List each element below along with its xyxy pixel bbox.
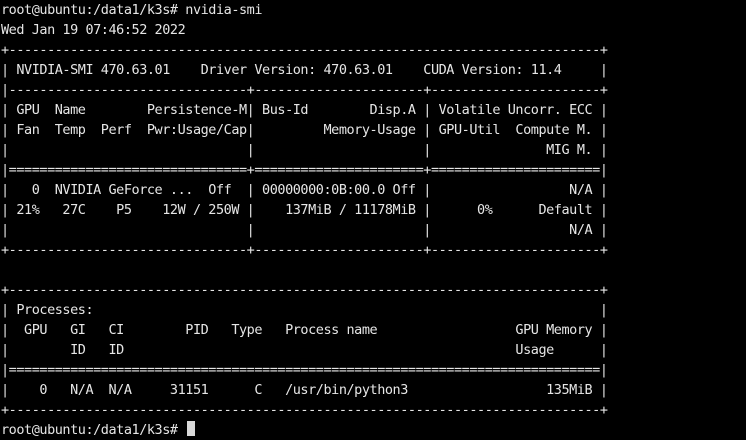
table-border-top: +---------------------------------------… bbox=[1, 42, 608, 58]
cursor-block bbox=[187, 421, 196, 436]
command-line: root@ubuntu:/data1/k3s# nvidia-smi bbox=[1, 2, 263, 18]
processes-header-divider: |=======================================… bbox=[1, 362, 608, 378]
gpu-header-divider: |===============================+=======… bbox=[1, 162, 608, 178]
gpu-row-1: | 0 NVIDIA GeForce ... Off | 00000000:0B… bbox=[1, 182, 608, 198]
table-separator: |-------------------------------+-------… bbox=[1, 82, 608, 98]
processes-border-bottom: +---------------------------------------… bbox=[1, 402, 608, 418]
processes-border-top: +---------------------------------------… bbox=[1, 282, 608, 298]
smi-version-line: | NVIDIA-SMI 470.63.01 Driver Version: 4… bbox=[1, 62, 608, 78]
gpu-row-2: | 21% 27C P5 12W / 250W | 137MiB / 11178… bbox=[1, 202, 608, 218]
gpu-row-3: | | | N/A | bbox=[1, 222, 608, 238]
gpu-header-row-3: | | | MIG M. | bbox=[1, 142, 608, 158]
prompt-text: root@ubuntu:/data1/k3s# bbox=[1, 422, 186, 438]
gpu-header-row-1: | GPU Name Persistence-M| Bus-Id Disp.A … bbox=[1, 102, 608, 118]
processes-header-row-1: | GPU GI CI PID Type Process name GPU Me… bbox=[1, 322, 608, 338]
process-row: | 0 N/A N/A 31151 C /usr/bin/python3 135… bbox=[1, 382, 608, 398]
gpu-header-row-2: | Fan Temp Perf Pwr:Usage/Cap| Memory-Us… bbox=[1, 122, 608, 138]
terminal-window[interactable]: root@ubuntu:/data1/k3s# nvidia-smi Wed J… bbox=[0, 0, 746, 440]
processes-header-row-2: | ID ID Usage | bbox=[1, 342, 608, 358]
prompt-line[interactable]: root@ubuntu:/data1/k3s# bbox=[1, 420, 746, 440]
table-border-bottom: +-------------------------------+-------… bbox=[1, 242, 608, 258]
processes-title: | Processes: | bbox=[1, 302, 608, 318]
timestamp-line: Wed Jan 19 07:46:52 2022 bbox=[1, 22, 186, 38]
